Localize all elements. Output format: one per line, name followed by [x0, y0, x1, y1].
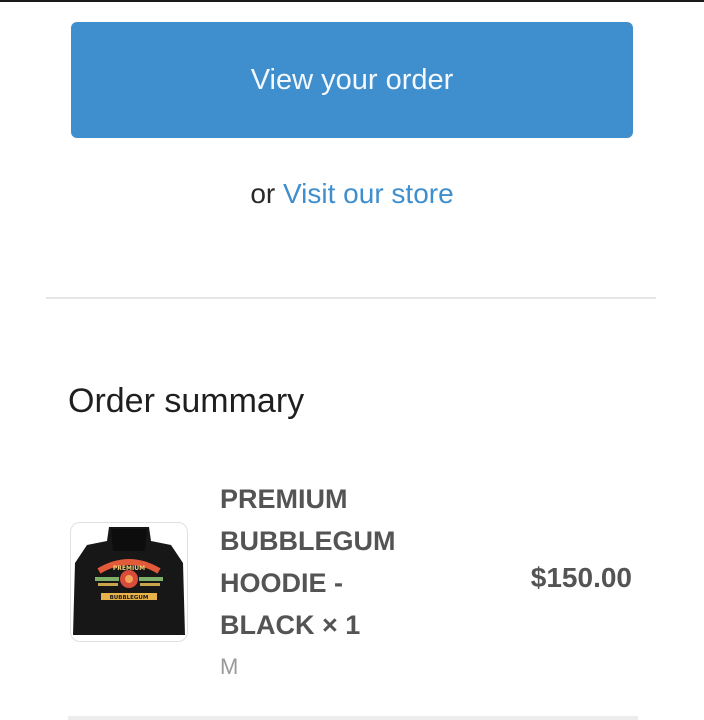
product-name: PREMIUM BUBBLEGUM HOODIE - BLACK × 1 — [220, 478, 450, 646]
product-name-line: BLACK × 1 — [220, 610, 361, 640]
order-confirmation-page: View your order or Visit our store Order… — [0, 0, 704, 720]
product-name-line: BUBBLEGUM — [220, 526, 396, 556]
hoodie-graphic-text-bottom: BUBBLEGUM — [110, 595, 149, 601]
divider — [46, 297, 656, 299]
product-name-line: HOODIE - — [220, 568, 344, 598]
visit-store-link[interactable]: Visit our store — [283, 178, 454, 209]
product-price: $150.00 — [530, 562, 632, 593]
product-thumbnail: PREMIUM BUBBLEGUM — [70, 522, 188, 642]
or-text: or — [250, 178, 276, 209]
visit-store-line: or Visit our store — [0, 178, 704, 210]
view-order-button[interactable]: View your order — [71, 22, 633, 138]
product-name-line: PREMIUM — [220, 484, 348, 514]
bottom-divider — [68, 716, 638, 720]
top-border — [0, 0, 704, 2]
order-summary-title: Order summary — [68, 382, 305, 420]
product-variant: M — [220, 654, 239, 679]
hoodie-product-image: PREMIUM BUBBLEGUM — [73, 527, 185, 635]
hoodie-graphic-text-top: PREMIUM — [113, 565, 145, 572]
